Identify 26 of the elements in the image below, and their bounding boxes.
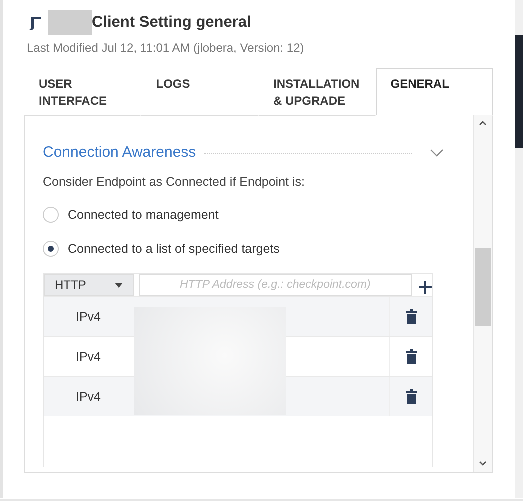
last-modified-text: Last Modified Jul 12, 11:01 AM (jlobera, Version: 12) <box>27 41 306 55</box>
table-cell-text: IPv4 <box>75 350 102 364</box>
radio-label[interactable]: Connected to management <box>68 208 219 222</box>
scroll-down-icon[interactable] <box>479 461 487 466</box>
address-input-field[interactable]: HTTP Address (e.g.: checkpoint.com) <box>138 274 412 296</box>
trash-icon[interactable] <box>406 309 416 324</box>
scrollbar-thumb[interactable] <box>475 248 491 326</box>
scrollbar-track[interactable] <box>473 115 492 472</box>
scroll-up-icon[interactable] <box>479 121 487 126</box>
radio-label[interactable]: Connected to a list of specified targets <box>68 242 280 256</box>
table-cell-text: IPv4 <box>75 310 102 324</box>
prompt-text: Consider Endpoint as Connected if Endpoint is: <box>43 175 306 189</box>
caret-icon <box>114 282 123 288</box>
section-title: Connection Awareness <box>43 144 196 161</box>
trash-icon[interactable] <box>406 349 416 364</box>
chevron-icon[interactable] <box>430 148 444 156</box>
table-cell-text: IPv4 <box>75 390 102 404</box>
redacted-block <box>48 10 92 35</box>
tab[interactable]: GENERAL <box>376 68 493 116</box>
radio-button[interactable] <box>43 240 59 256</box>
radio-button[interactable] <box>43 206 59 222</box>
type-dropdown[interactable]: HTTP <box>44 274 134 296</box>
document-icon <box>28 16 42 30</box>
trash-icon[interactable] <box>406 389 416 404</box>
window-title: Client Setting general <box>92 14 252 32</box>
add-icon[interactable] <box>419 280 432 294</box>
